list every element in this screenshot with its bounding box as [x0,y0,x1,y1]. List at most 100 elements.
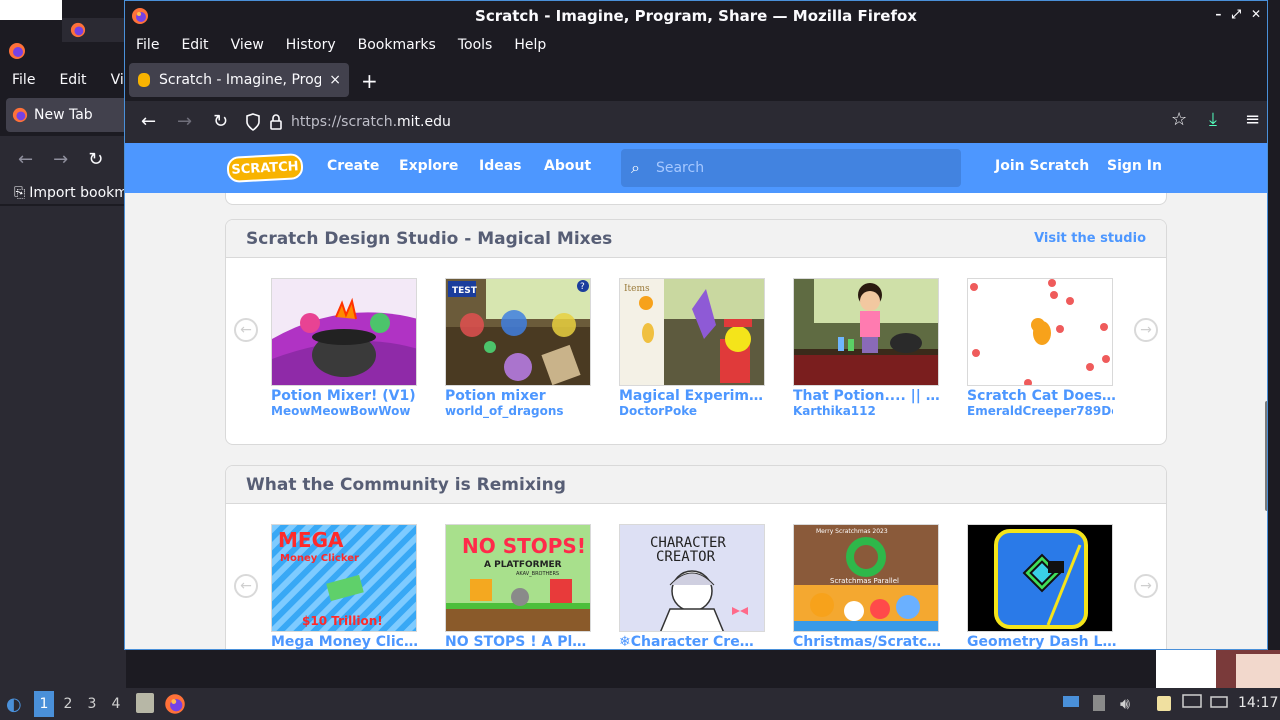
project-title[interactable]: That Potion.... || M… [793,388,943,404]
import-bookmarks-link[interactable]: Import bookmarks... [29,185,126,201]
download-icon[interactable]: ⤓ [1209,109,1217,130]
file-manager-icon[interactable] [136,693,154,713]
carousel-next-button[interactable]: → [1134,574,1158,598]
page-scrollbar[interactable] [1265,143,1267,649]
project-tile[interactable]: NO STOPS! A PLATFORMER AKAV_BROTHERS NO … [445,524,595,649]
tab-close-icon[interactable]: × [329,72,341,88]
url-bar[interactable]: https://scratch.mit.edu [245,107,1195,137]
workspace-1[interactable]: 1 [34,691,54,717]
maximize-icon[interactable]: ⤢ [1231,7,1241,22]
project-thumbnail[interactable]: CHARACTER CREATOR [619,524,765,632]
clock[interactable]: 14:17 [1238,695,1278,711]
project-tile[interactable]: CHARACTER CREATOR ❄Character Cre… [619,524,765,649]
project-thumbnail[interactable]: NO STOPS! A PLATFORMER AKAV_BROTHERS [445,524,591,632]
project-title[interactable]: NO STOPS ! A Pla… [445,634,595,649]
project-thumbnail[interactable]: Items [619,278,765,386]
url-prefix: https://scratch. [291,114,398,130]
volume-icon[interactable]: 🔊︎ [1120,694,1130,714]
project-thumbnail[interactable] [967,278,1113,386]
lock-icon[interactable] [269,114,283,130]
project-tile[interactable]: Scratch Cat Does … EmeraldCreeper789Dev [967,278,1117,418]
network-icon[interactable] [1182,694,1202,714]
storage-icon[interactable] [1092,694,1106,716]
start-menu-icon[interactable]: ◐ [6,694,22,715]
forward-icon[interactable]: → [53,149,68,170]
reload-icon[interactable]: ↻ [88,149,103,170]
carousel-next-button[interactable]: → [1134,318,1158,342]
project-tile[interactable]: Geometry Dash L… [967,524,1116,649]
menu-history[interactable]: History [275,37,347,53]
power-icon[interactable] [1210,694,1230,714]
project-title[interactable]: Potion mixer [445,388,595,404]
project-author[interactable]: world_of_dragons [445,404,591,418]
shield-icon[interactable] [245,113,261,131]
background-tab-label: New Tab [34,107,93,123]
workspace-4[interactable]: 4 [106,691,126,717]
menu-help[interactable]: Help [503,37,557,53]
project-tile[interactable]: Items Magical Experime… DoctorPoke [619,278,769,418]
screen-icon[interactable] [1062,694,1080,714]
project-thumbnail[interactable] [967,524,1113,632]
carousel-prev-button[interactable]: ← [234,574,258,598]
project-tile[interactable]: Potion Mixer! (V1) MeowMeowBowWow [271,278,417,418]
reload-button[interactable]: ↻ [213,111,228,132]
firefox-icon[interactable] [164,693,186,715]
project-title[interactable]: Magical Experime… [619,388,769,404]
tab-scratch[interactable]: Scratch - Imagine, Program, Share × [129,63,349,97]
minimize-icon[interactable]: – [1215,7,1221,22]
visit-studio-link[interactable]: Visit the studio [1034,231,1146,246]
menu-file[interactable]: File [125,37,170,53]
search-input[interactable]: ⌕ Search [621,149,961,187]
project-author[interactable]: EmeraldCreeper789Dev [967,404,1113,418]
bookmark-star-icon[interactable]: ☆ [1171,109,1187,130]
menu-edit[interactable]: Edit [170,37,219,53]
hamburger-menu-icon[interactable]: ≡ [1245,109,1260,130]
project-author[interactable]: MeowMeowBowWow [271,404,417,418]
project-tile[interactable]: Merry Scratchmas 2023 Scratchmas Paralle… [793,524,941,649]
scratch-logo[interactable]: SCRATCH [226,153,304,183]
nav-explore[interactable]: Explore [399,158,458,174]
close-icon[interactable]: ✕ [1251,7,1261,22]
search-icon: ⌕ [631,158,640,177]
menu-view[interactable]: View [220,37,275,53]
project-title[interactable]: Scratch Cat Does … [967,388,1117,404]
project-thumbnail[interactable]: MEGA Money Clicker $10 Trillion! [271,524,417,632]
project-title[interactable]: Mega Money Click… [271,634,421,649]
project-tile[interactable]: MEGA Money Clicker $10 Trillion! Mega Mo… [271,524,421,649]
project-thumbnail[interactable] [793,278,939,386]
background-menu-file[interactable]: File [0,72,47,88]
nav-about[interactable]: About [544,158,591,174]
project-title[interactable]: Geometry Dash L… [967,634,1117,649]
project-author[interactable]: Karthika112 [793,404,939,418]
new-tab-button[interactable]: + [361,69,378,93]
thumb-brothers-text: AKAV_BROTHERS [516,571,559,577]
project-title[interactable]: ❄Character Cre… [619,634,769,649]
workspace-3[interactable]: 3 [82,691,102,717]
sign-in-link[interactable]: Sign In [1107,158,1162,174]
project-tile[interactable]: That Potion.... || M… Karthika112 [793,278,943,418]
menu-bookmarks[interactable]: Bookmarks [347,37,447,53]
join-scratch-link[interactable]: Join Scratch [995,158,1089,174]
back-button[interactable]: ← [141,111,156,132]
project-thumbnail[interactable]: TEST ? [445,278,591,386]
nav-create[interactable]: Create [327,158,379,174]
thumb-merry-text: Merry Scratchmas 2023 [816,528,888,535]
workspace-2[interactable]: 2 [58,691,78,717]
remix-section-title: What the Community is Remixing [246,474,566,495]
firefox-window: Scratch - Imagine, Program, Share — Mozi… [124,0,1268,650]
project-title[interactable]: Potion Mixer! (V1) [271,388,421,404]
nav-ideas[interactable]: Ideas [479,158,522,174]
project-title[interactable]: Christmas/Scratc… [793,634,943,649]
back-icon[interactable]: ← [18,149,33,170]
potion-mixer-thumbnail [272,279,416,385]
project-thumbnail[interactable] [271,278,417,386]
project-thumbnail[interactable]: Merry Scratchmas 2023 Scratchmas Paralle… [793,524,939,632]
clipboard-icon[interactable] [1156,694,1172,716]
menu-tools[interactable]: Tools [447,37,504,53]
background-tab-new-tab[interactable]: New Tab [6,98,132,132]
forward-button[interactable]: → [177,111,192,132]
carousel-prev-button[interactable]: ← [234,318,258,342]
project-tile[interactable]: TEST ? Potion mixer world_of_dragons [445,278,591,418]
background-menu-edit[interactable]: Edit [47,72,98,88]
project-author[interactable]: DoctorPoke [619,404,765,418]
